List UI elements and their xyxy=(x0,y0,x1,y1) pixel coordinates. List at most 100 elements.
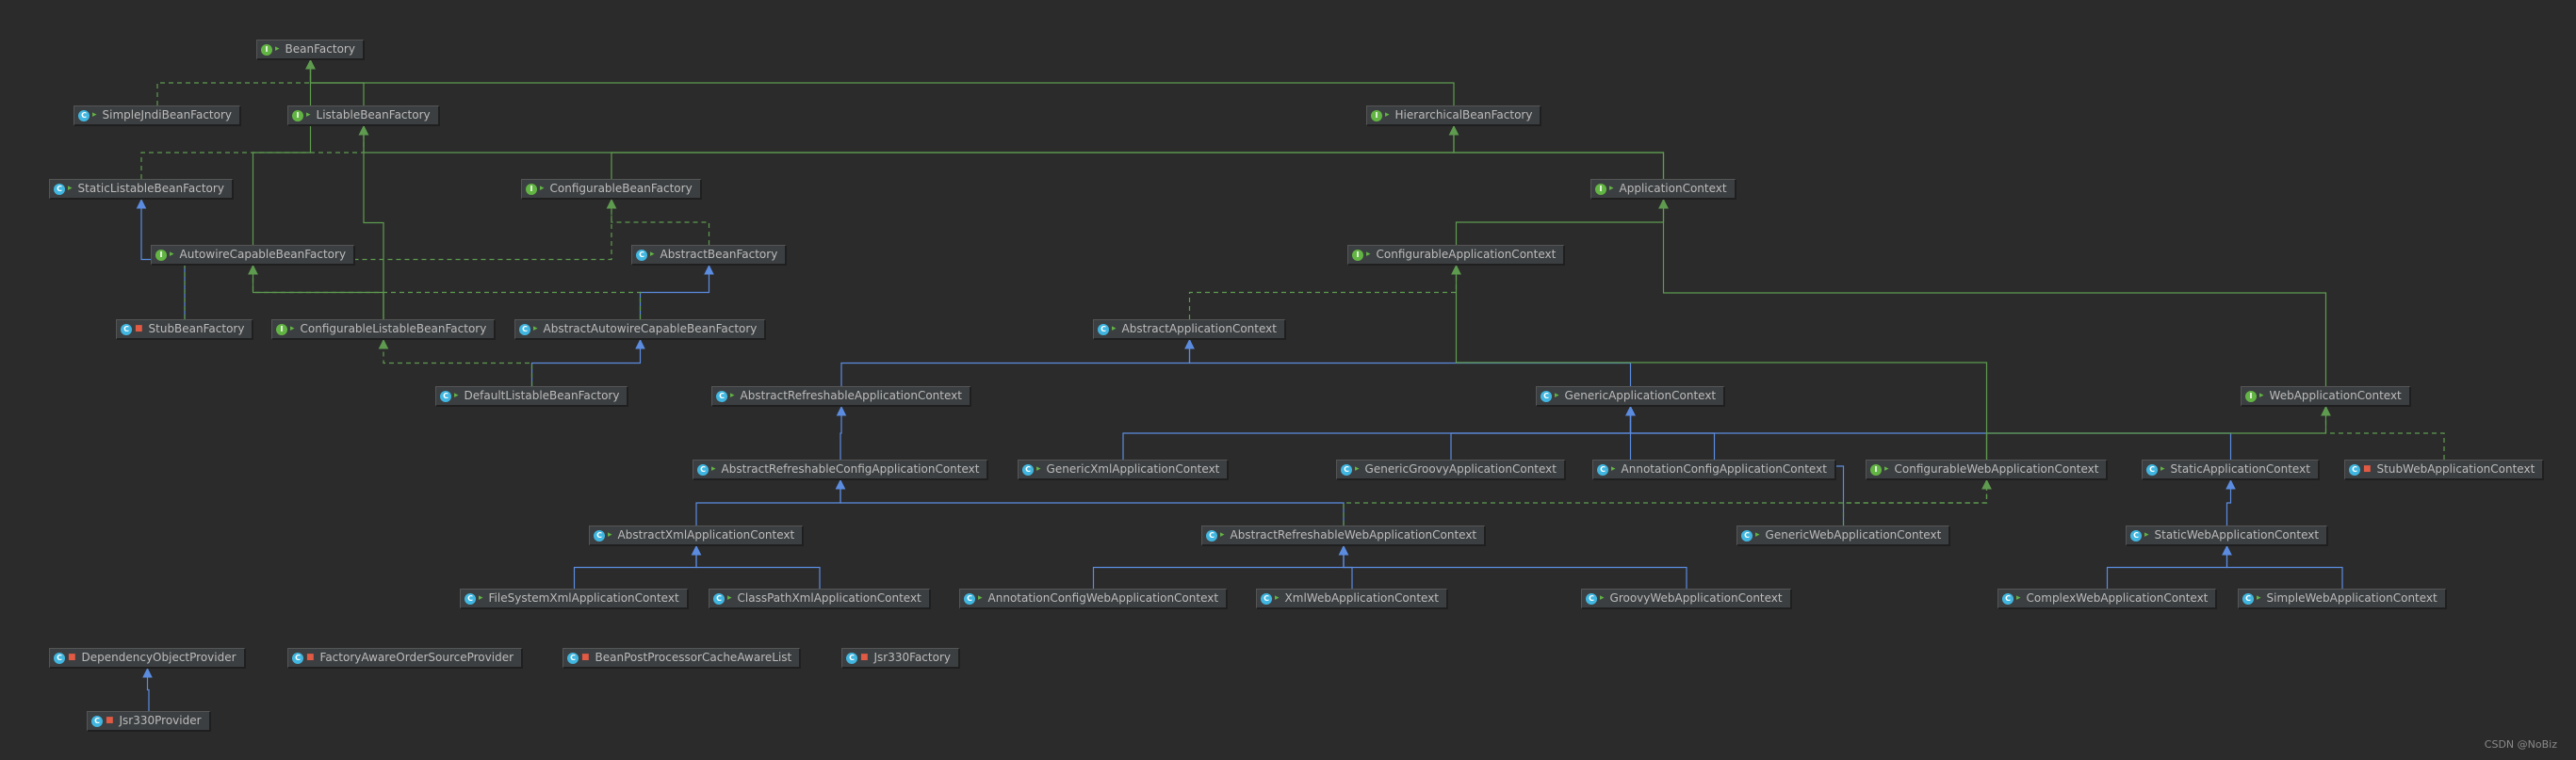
node-label: DependencyObjectProvider xyxy=(81,651,236,664)
public-visibility-icon: ▸ xyxy=(1366,250,1371,259)
public-visibility-icon: ▸ xyxy=(711,464,716,474)
node-xml-web-application-context[interactable]: C ▸ XmlWebApplicationContext xyxy=(1256,589,1448,609)
interface-icon: I xyxy=(155,249,167,261)
edge-implements xyxy=(606,198,710,245)
node-abstract-refreshable-web-application-context[interactable]: C ▸ AbstractRefreshableWebApplicationConte… xyxy=(1201,526,1487,546)
node-jsr330-provider[interactable]: C ■ Jsr330Provider xyxy=(87,711,211,732)
class-icon: C xyxy=(2242,592,2254,605)
node-abstract-application-context[interactable]: C ▸ AbstractApplicationContext xyxy=(1093,319,1286,340)
node-annotation-config-web-application-context[interactable]: C ▸ AnnotationConfigWebApplicationContext xyxy=(959,589,1229,609)
node-label: ConfigurableListableBeanFactory xyxy=(300,322,487,335)
node-autowire-capable-bean-factory[interactable]: I ▸ AutowireCapableBeanFactory xyxy=(151,245,356,266)
public-visibility-icon: ▸ xyxy=(2144,530,2149,540)
class-icon: C xyxy=(964,592,975,605)
node-configurable-listable-bean-factory[interactable]: I ▸ ConfigurableListableBeanFactory xyxy=(271,319,497,340)
node-static-web-application-context[interactable]: C ▸ StaticWebApplicationContext xyxy=(2126,526,2329,546)
class-icon: C xyxy=(54,652,65,664)
node-stub-web-application-context[interactable]: C ■ StubWebApplicationContext xyxy=(2344,460,2545,480)
node-hierarchical-bean-factory[interactable]: I ▸ HierarchicalBeanFactory xyxy=(1366,105,1542,126)
edge-extends-interface xyxy=(358,124,384,319)
public-visibility-icon: ▸ xyxy=(1609,184,1614,193)
node-jsr330-factory[interactable]: C ■ Jsr330Factory xyxy=(841,648,960,669)
public-visibility-icon: ▸ xyxy=(275,44,280,54)
node-label: HierarchicalBeanFactory xyxy=(1394,108,1533,121)
edge-extends-interface xyxy=(1451,264,1988,460)
node-label: AbstractBeanFactory xyxy=(660,248,778,261)
node-abstract-bean-factory[interactable]: C ▸ AbstractBeanFactory xyxy=(631,245,788,266)
node-factory-aware-order-source-provider[interactable]: C ■ FactoryAwareOrderSourceProvider xyxy=(287,648,524,669)
class-icon: C xyxy=(440,390,451,402)
node-dependency-object-provider[interactable]: C ■ DependencyObjectProvider xyxy=(49,648,246,669)
interface-icon: I xyxy=(292,109,303,121)
node-default-listable-bean-factory[interactable]: C ▸ DefaultListableBeanFactory xyxy=(435,386,629,407)
node-configurable-application-context[interactable]: I ▸ ConfigurableApplicationContext xyxy=(1347,245,1566,266)
node-label: XmlWebApplicationContext xyxy=(1284,591,1439,605)
class-icon: C xyxy=(1098,323,1109,335)
class-icon: C xyxy=(121,323,132,335)
public-visibility-icon: ▸ xyxy=(306,110,311,120)
node-label: GroovyWebApplicationContext xyxy=(1609,591,1783,605)
edge-extends xyxy=(835,478,1345,526)
node-stub-bean-factory[interactable]: C ■ StubBeanFactory xyxy=(116,319,254,340)
node-generic-application-context[interactable]: C ▸ GenericApplicationContext xyxy=(1536,386,1726,407)
node-abstract-autowire-capable-bean-factory[interactable]: C ▸ AbstractAutowireCapableBeanFactory xyxy=(514,319,767,340)
node-abstract-refreshable-application-context[interactable]: C ▸ AbstractRefreshableApplicationContext xyxy=(711,386,971,407)
class-icon: C xyxy=(594,529,605,542)
node-class-path-xml-application-context[interactable]: C ▸ ClassPathXmlApplicationContext xyxy=(709,589,931,609)
node-label: DefaultListableBeanFactory xyxy=(464,389,620,402)
node-label: StaticWebApplicationContext xyxy=(2154,528,2320,542)
private-visibility-icon: ■ xyxy=(68,653,76,662)
node-abstract-refreshable-config-application-context[interactable]: C ▸ AbstractRefreshableConfigApplicationCo… xyxy=(693,460,989,480)
public-visibility-icon: ▸ xyxy=(2259,391,2264,400)
node-listable-bean-factory[interactable]: I ▸ ListableBeanFactory xyxy=(287,105,440,126)
edge-extends xyxy=(691,544,821,589)
node-label: AbstractRefreshableWebApplicationContext xyxy=(1230,528,1477,542)
edge-implements xyxy=(156,58,316,105)
edge-extends xyxy=(2106,544,2232,589)
node-simple-jndi-bean-factory[interactable]: C ▸ SimpleJndiBeanFactory xyxy=(73,105,242,126)
edge-extends xyxy=(530,338,645,386)
node-static-listable-bean-factory[interactable]: C ▸ StaticListableBeanFactory xyxy=(49,179,234,200)
edge-extends-interface xyxy=(1985,405,2331,460)
node-groovy-web-application-context[interactable]: C ▸ GroovyWebApplicationContext xyxy=(1581,589,1792,609)
node-label: SimpleWebApplicationContext xyxy=(2266,591,2437,605)
interface-icon: I xyxy=(276,323,287,335)
node-configurable-web-application-context[interactable]: I ▸ ConfigurableWebApplicationContext xyxy=(1866,460,2109,480)
node-label: GenericApplicationContext xyxy=(1564,389,1717,402)
edge-extends-interface xyxy=(305,58,1455,105)
node-label: StubBeanFactory xyxy=(148,322,245,335)
node-bean-post-processor-cache-aware-list[interactable]: C ■ BeanPostProcessorCacheAwareList xyxy=(562,648,802,669)
public-visibility-icon: ▸ xyxy=(608,530,612,540)
node-generic-xml-application-context[interactable]: C ▸ GenericXmlApplicationContext xyxy=(1018,460,1230,480)
edge-extends-interface xyxy=(1448,124,1665,179)
node-file-system-xml-application-context[interactable]: C ▸ FileSystemXmlApplicationContext xyxy=(460,589,689,609)
node-generic-web-application-context[interactable]: C ▸ GenericWebApplicationContext xyxy=(1736,526,1951,546)
node-simple-web-application-context[interactable]: C ▸ SimpleWebApplicationContext xyxy=(2238,589,2447,609)
node-configurable-bean-factory[interactable]: I ▸ ConfigurableBeanFactory xyxy=(521,179,702,200)
interface-icon: I xyxy=(1371,109,1382,121)
public-visibility-icon: ▸ xyxy=(2257,593,2261,603)
public-visibility-icon: ▸ xyxy=(479,593,483,603)
node-complex-web-application-context[interactable]: C ▸ ComplexWebApplicationContext xyxy=(1997,589,2218,609)
node-label: FileSystemXmlApplicationContext xyxy=(488,591,679,605)
private-visibility-icon: ■ xyxy=(581,653,590,662)
node-label: ClassPathXmlApplicationContext xyxy=(737,591,921,605)
edge-implements xyxy=(1188,264,1461,319)
node-abstract-xml-application-context[interactable]: C ▸ AbstractXmlApplicationContext xyxy=(589,526,805,546)
public-visibility-icon: ▸ xyxy=(2016,593,2021,603)
edge-extends xyxy=(836,405,847,460)
node-generic-groovy-application-context[interactable]: C ▸ GenericGroovyApplicationContext xyxy=(1336,460,1566,480)
edge-extends xyxy=(695,478,846,526)
node-annotation-config-application-context[interactable]: C ▸ AnnotationConfigApplicationContext xyxy=(1592,460,1836,480)
node-label: AbstractXmlApplicationContext xyxy=(617,528,795,542)
node-web-application-context[interactable]: I ▸ WebApplicationContext xyxy=(2241,386,2411,407)
class-icon: C xyxy=(54,183,65,195)
public-visibility-icon: ▸ xyxy=(92,110,97,120)
node-bean-factory[interactable]: I ▸ BeanFactory xyxy=(256,40,365,60)
node-label: ComplexWebApplicationContext xyxy=(2026,591,2209,605)
interface-icon: I xyxy=(261,43,272,56)
edge-implements xyxy=(378,338,533,386)
public-visibility-icon: ▸ xyxy=(540,184,545,193)
node-application-context[interactable]: I ▸ ApplicationContext xyxy=(1590,179,1736,200)
node-static-application-context[interactable]: C ▸ StaticApplicationContext xyxy=(2142,460,2320,480)
